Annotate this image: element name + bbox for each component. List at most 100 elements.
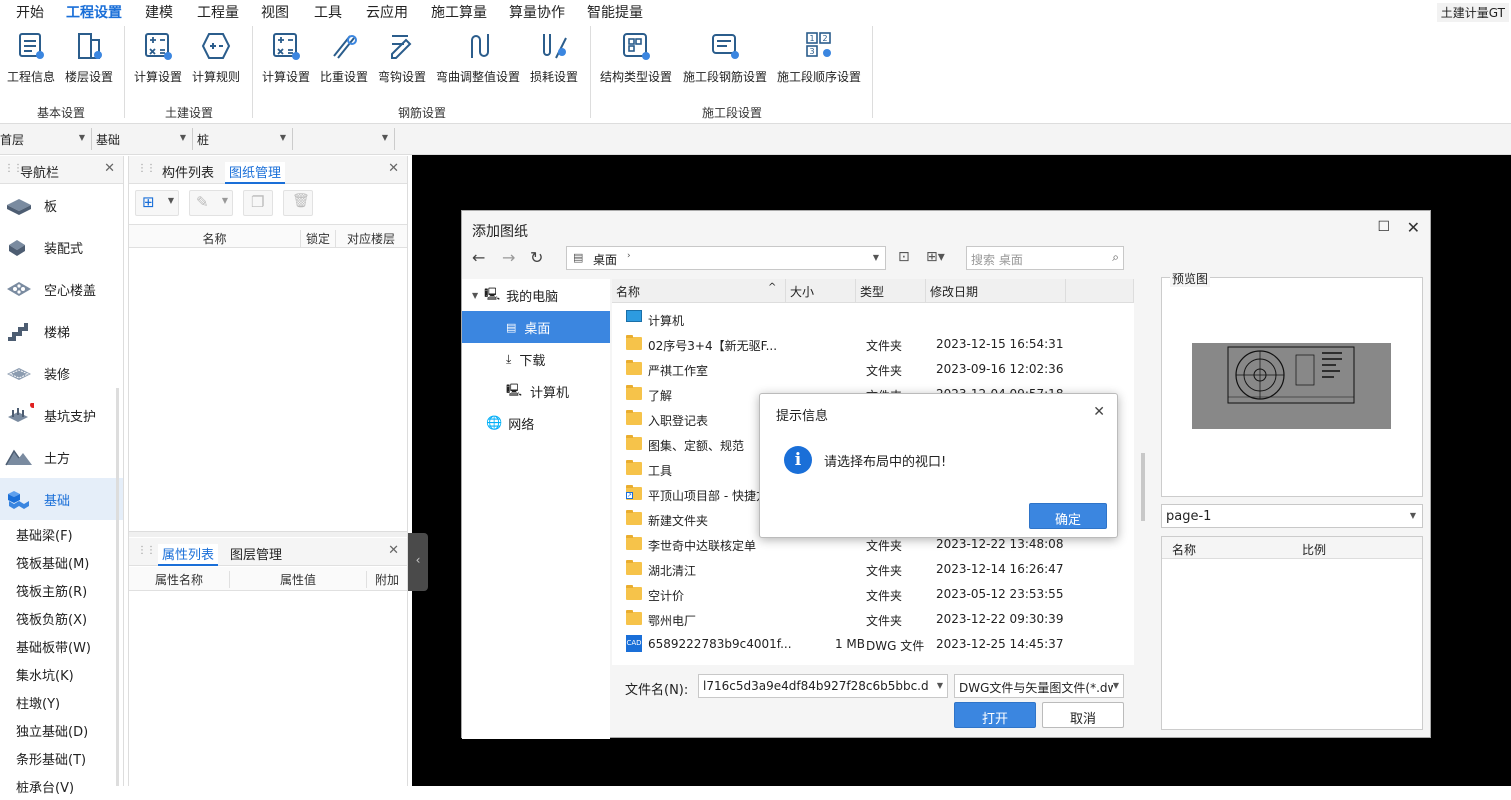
delete-drawing-button[interactable]: 🗑 bbox=[283, 190, 313, 216]
structure-type-button[interactable]: 结构类型设置 bbox=[597, 24, 675, 85]
chevron-down-icon: ▼ bbox=[872, 253, 879, 262]
filetype-select[interactable]: DWG文件与矢量图文件(*.dw ▼ bbox=[954, 674, 1124, 698]
subitem-isolated-foundation[interactable]: 独立基础(D) bbox=[0, 716, 123, 744]
add-drawing-button[interactable]: ⊞ ▼ bbox=[135, 190, 179, 216]
tree-computer[interactable]: 🖳 计算机 bbox=[462, 375, 610, 407]
view-mode-icon[interactable]: ⊞▾ bbox=[926, 249, 945, 265]
tab-drawing-management[interactable]: 图纸管理 bbox=[225, 162, 286, 184]
nav-item-foundation[interactable]: 基础 bbox=[0, 478, 123, 520]
back-arrow-icon[interactable]: ← bbox=[472, 248, 485, 267]
menu-collaboration[interactable]: 算量协作 bbox=[509, 2, 565, 22]
close-icon[interactable]: ✕ bbox=[388, 161, 399, 176]
grip-icon[interactable]: ⋮⋮ bbox=[137, 545, 156, 556]
filter-bar: 首层 ▼ 基础 ▼ 桩 ▼ ▼ bbox=[0, 124, 1511, 155]
segment-rebar-button[interactable]: 施工段钢筋设置 bbox=[680, 24, 770, 85]
nav-item-earthwork[interactable]: 土方 bbox=[0, 436, 123, 478]
calc-settings-button[interactable]: 计算设置 bbox=[131, 24, 185, 85]
subitem-sump[interactable]: 集水坑(K) bbox=[0, 660, 123, 688]
nav-item-hollow-floor[interactable]: 空心楼盖 bbox=[0, 268, 123, 310]
category-select[interactable]: 基础 ▼ bbox=[96, 128, 193, 150]
subitem-foundation-beam[interactable]: 基础梁(F) bbox=[0, 520, 123, 548]
nav-scrollbar[interactable] bbox=[116, 388, 119, 786]
col-type[interactable]: 类型 bbox=[856, 279, 926, 303]
calc-rules-button[interactable]: 计算规则 bbox=[189, 24, 243, 85]
subitem-foundation-strip[interactable]: 基础板带(W) bbox=[0, 632, 123, 660]
search-input[interactable]: 搜索 桌面 ⌕ bbox=[966, 246, 1124, 270]
nav-item-slab[interactable]: 板 bbox=[0, 184, 123, 226]
menu-smart-extract[interactable]: 智能提量 bbox=[587, 2, 643, 22]
new-folder-icon[interactable]: ⊡ bbox=[898, 249, 910, 265]
subitem-strip-foundation[interactable]: 条形基础(T) bbox=[0, 744, 123, 772]
subitem-raft-foundation[interactable]: 筏板基础(M) bbox=[0, 548, 123, 576]
menu-start[interactable]: 开始 bbox=[16, 2, 44, 22]
bend-adjust-button[interactable]: 弯曲调整值设置 bbox=[433, 24, 523, 85]
ok-button[interactable]: 确定 bbox=[1029, 503, 1107, 529]
subitem-raft-neg-rebar[interactable]: 筏板负筋(X) bbox=[0, 604, 123, 632]
subitem-pile-cap[interactable]: 桩承台(V) bbox=[0, 772, 123, 800]
menu-cloud[interactable]: 云应用 bbox=[366, 2, 408, 22]
file-row[interactable]: CAD 6589222783b9c4001f... 1 MB DWG 文件 2023-1… bbox=[622, 632, 1142, 657]
subitem-raft-main-rebar[interactable]: 筏板主筋(R) bbox=[0, 576, 123, 604]
menu-tools[interactable]: 工具 bbox=[314, 2, 342, 22]
subitem-column-pier[interactable]: 柱墩(Y) bbox=[0, 688, 123, 716]
project-info-button[interactable]: 工程信息 bbox=[4, 24, 58, 85]
menu-quantity[interactable]: 工程量 bbox=[197, 2, 239, 22]
maximize-icon[interactable]: ☐ bbox=[1377, 219, 1390, 235]
tree-desktop[interactable]: ▤ 桌面 bbox=[462, 311, 610, 343]
floor-select[interactable]: 首层 ▼ bbox=[0, 128, 92, 150]
close-icon[interactable]: ✕ bbox=[1407, 218, 1420, 237]
grip-icon[interactable]: ⋮⋮ bbox=[137, 163, 156, 174]
file-type: 文件夹 bbox=[866, 539, 903, 553]
floor-settings-button[interactable]: 楼层设置 bbox=[62, 24, 116, 85]
edit-drawing-button[interactable]: ✎ ▼ bbox=[189, 190, 233, 216]
menu-view[interactable]: 视图 bbox=[261, 2, 289, 22]
nav-item-pit-support[interactable]: 基坑支护 bbox=[0, 394, 123, 436]
close-icon[interactable]: ✕ bbox=[104, 161, 115, 176]
rebar-calc-settings-button[interactable]: 计算设置 bbox=[259, 24, 313, 85]
tab-component-list[interactable]: 构件列表 bbox=[162, 162, 214, 181]
col-date[interactable]: 修改日期 bbox=[926, 279, 1066, 303]
message-text: 请选择布局中的视口! bbox=[824, 455, 947, 470]
bend-adjust-icon bbox=[460, 28, 496, 64]
tree-network[interactable]: 🌐 网络 bbox=[462, 407, 610, 439]
path-bar[interactable]: ▤ 桌面 › ▼ bbox=[566, 246, 886, 270]
file-row[interactable]: 02序号3+4【新无驱F... 文件夹 2023-12-15 16:54:31 bbox=[622, 332, 1142, 357]
menu-construction-calc[interactable]: 施工算量 bbox=[431, 2, 487, 22]
file-row[interactable]: 鄂州电厂 文件夹 2023-12-22 09:30:39 bbox=[622, 607, 1142, 632]
tree-downloads[interactable]: ⤓ 下载 bbox=[462, 343, 610, 375]
tree-my-computer[interactable]: ▼ 🖳 我的电脑 bbox=[462, 279, 610, 311]
file-row[interactable]: 湖北清江 文件夹 2023-12-14 16:26:47 bbox=[622, 557, 1142, 582]
page-select[interactable]: page-1 ▼ bbox=[1161, 504, 1423, 528]
menu-modeling[interactable]: 建模 bbox=[145, 2, 173, 22]
file-row[interactable]: 计算机 bbox=[622, 307, 1142, 332]
group-rebar-settings: 钢筋设置 bbox=[398, 106, 447, 120]
forward-arrow-icon[interactable]: → bbox=[502, 248, 515, 267]
group-civil-settings: 土建设置 bbox=[165, 106, 214, 120]
col-name[interactable]: 名称 ^ bbox=[612, 279, 786, 303]
open-button[interactable]: 打开 bbox=[954, 702, 1036, 728]
file-list-scrollbar[interactable] bbox=[1141, 453, 1145, 521]
extra-select[interactable]: ▼ bbox=[297, 128, 395, 150]
refresh-icon[interactable]: ↻ bbox=[530, 248, 543, 267]
file-row[interactable]: 空计价 文件夹 2023-05-12 23:53:55 bbox=[622, 582, 1142, 607]
loss-settings-button[interactable]: 损耗设置 bbox=[527, 24, 581, 85]
tab-property-list[interactable]: 属性列表 bbox=[158, 544, 219, 566]
segment-order-button[interactable]: 123 施工段顺序设置 bbox=[774, 24, 864, 85]
nav-item-decoration[interactable]: 装修 bbox=[0, 352, 123, 394]
cancel-button[interactable]: 取消 bbox=[1042, 702, 1124, 728]
close-icon[interactable]: ✕ bbox=[388, 543, 399, 558]
density-settings-button[interactable]: 比重设置 bbox=[317, 24, 371, 85]
copy-drawing-button[interactable]: ❐ bbox=[243, 190, 273, 216]
chevron-left-icon: ‹ bbox=[415, 553, 421, 567]
nav-item-prefab[interactable]: 装配式 bbox=[0, 226, 123, 268]
collapse-panel-button[interactable]: ‹ bbox=[408, 533, 428, 591]
hook-settings-button[interactable]: 弯钩设置 bbox=[375, 24, 429, 85]
close-icon[interactable]: ✕ bbox=[1093, 404, 1105, 420]
panel-splitter[interactable] bbox=[129, 531, 407, 537]
file-row[interactable]: 严祺工作室 文件夹 2023-09-16 12:02:36 bbox=[622, 357, 1142, 382]
col-size[interactable]: 大小 bbox=[786, 279, 856, 303]
nav-item-stairs[interactable]: 楼梯 bbox=[0, 310, 123, 352]
filename-input[interactable]: l716c5d3a9e4df84b927f28c6b5bbc.dwg ▼ bbox=[698, 674, 948, 698]
tab-layer-management[interactable]: 图层管理 bbox=[230, 544, 282, 563]
component-select[interactable]: 桩 ▼ bbox=[197, 128, 293, 150]
